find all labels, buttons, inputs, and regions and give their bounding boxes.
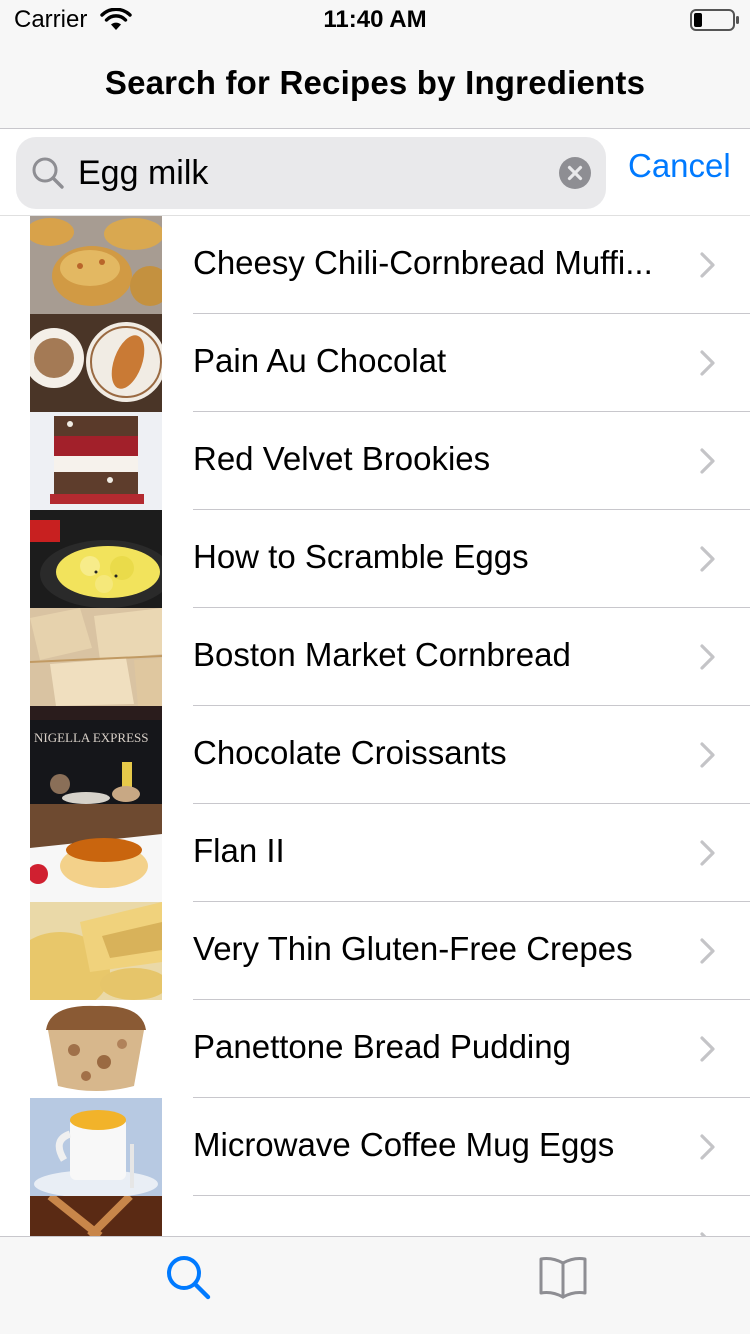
chevron-right-icon: [700, 644, 715, 670]
recipe-list[interactable]: Cheesy Chili-Cornbread Muffi... Pain Au …: [0, 216, 750, 1236]
recipe-title: Pain Au Chocolat: [193, 342, 447, 379]
recipe-row[interactable]: Microwave Coffee Mug Eggs: [0, 1098, 750, 1196]
recipe-title: Boston Market Cornbread: [193, 636, 571, 673]
recipe-title: Cheesy Chili-Cornbread Muffi...: [193, 244, 653, 281]
recipe-title: Very Thin Gluten-Free Crepes: [193, 930, 633, 967]
recipe-thumbnail: [30, 902, 162, 1000]
chevron-right-icon: [700, 840, 715, 866]
status-bar: Carrier 11:40 AM: [0, 0, 750, 40]
recipe-thumbnail: NIGELLA EXPRESS: [30, 706, 162, 804]
recipe-thumbnail: [30, 1000, 162, 1098]
search-input[interactable]: [78, 137, 548, 209]
cancel-button[interactable]: Cancel: [628, 147, 731, 185]
recipe-thumbnail: [30, 1196, 162, 1236]
chevron-right-icon: [700, 742, 715, 768]
recipe-row[interactable]: Boston Market Cornbread: [0, 608, 750, 706]
recipe-thumbnail: [30, 1098, 162, 1196]
battery-icon: [690, 9, 739, 31]
recipe-thumbnail: [30, 216, 162, 314]
recipe-thumbnail: [30, 314, 162, 412]
recipe-thumbnail: [30, 510, 162, 608]
search-bar: Cancel: [0, 128, 750, 216]
recipe-title: Panettone Bread Pudding: [193, 1028, 571, 1065]
recipe-row[interactable]: NIGELLA EXPRESS Chocolate Croissants: [0, 706, 750, 804]
chevron-right-icon: [700, 1134, 715, 1160]
search-icon: [32, 157, 64, 189]
search-field-container[interactable]: [16, 137, 606, 209]
recipe-title: Chocolate Croissants: [193, 734, 507, 771]
chevron-right-icon: [700, 1036, 715, 1062]
chevron-right-icon: [700, 938, 715, 964]
recipe-thumbnail: [30, 608, 162, 706]
recipe-thumbnail: [30, 804, 162, 902]
recipe-title: How to Scramble Eggs: [193, 538, 529, 575]
chevron-right-icon: [700, 448, 715, 474]
recipe-row[interactable]: Very Thin Gluten-Free Crepes: [0, 902, 750, 1000]
book-icon[interactable]: [538, 1255, 588, 1299]
status-time: 11:40 AM: [323, 6, 427, 33]
chevron-right-icon: [700, 350, 715, 376]
recipe-row[interactable]: Panettone Bread Pudding: [0, 1000, 750, 1098]
recipe-row[interactable]: Flan II: [0, 804, 750, 902]
navigation-bar: Search for Recipes by Ingredients: [0, 40, 750, 128]
chevron-right-icon: [700, 252, 715, 278]
search-icon[interactable]: [164, 1253, 212, 1301]
chevron-right-icon: [700, 546, 715, 572]
thumbnail-brand-text: NIGELLA EXPRESS: [34, 730, 148, 745]
recipe-title: Flan II: [193, 832, 285, 869]
tab-bar: [0, 1236, 750, 1334]
recipe-title: Microwave Coffee Mug Eggs: [193, 1126, 615, 1163]
recipe-row[interactable]: Red Velvet Brookies: [0, 412, 750, 510]
recipe-row[interactable]: Cheesy Chili-Cornbread Muffi...: [0, 216, 750, 314]
recipe-row[interactable]: [0, 1196, 750, 1236]
recipe-row[interactable]: How to Scramble Eggs: [0, 510, 750, 608]
recipe-thumbnail: [30, 412, 162, 510]
page-title: Search for Recipes by Ingredients: [104, 64, 646, 101]
recipe-row[interactable]: Pain Au Chocolat: [0, 314, 750, 412]
recipe-title: Red Velvet Brookies: [193, 440, 491, 477]
clear-icon[interactable]: [559, 157, 591, 189]
